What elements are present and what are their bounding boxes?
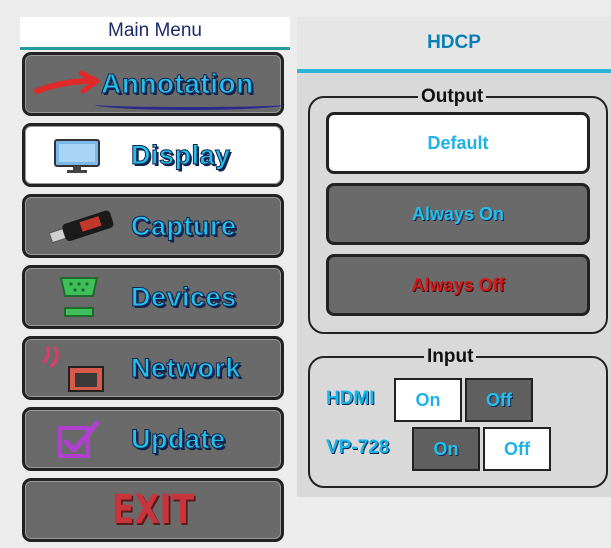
exit-button[interactable]: EXIT <box>22 478 284 542</box>
output-default-button[interactable]: Default <box>326 112 590 174</box>
vp728-label: VP-728 <box>326 437 390 458</box>
menu-item-display[interactable]: Display <box>22 123 284 187</box>
exit-label: EXIT <box>111 487 195 533</box>
output-always-off-button[interactable]: Always Off <box>326 254 590 316</box>
menu-label-capture: Capture <box>131 211 237 242</box>
main-menu-title: Main Menu <box>20 17 290 50</box>
hdcp-title: HDCP <box>297 17 611 73</box>
menu-label-devices: Devices <box>131 282 237 313</box>
hdcp-panel: HDCP Output Default Always On Always Off… <box>297 17 611 497</box>
menu-item-update[interactable]: Update <box>22 407 284 471</box>
vp728-on-button[interactable]: On <box>412 427 480 471</box>
menu-item-network[interactable]: Network <box>22 336 284 400</box>
serial-port-icon <box>59 277 99 317</box>
menu-label-display: Display <box>131 140 231 171</box>
output-group: Output Default Always On Always Off <box>308 87 608 334</box>
menu-label-network: Network <box>130 353 242 384</box>
menu-item-capture[interactable]: Capture <box>22 194 284 258</box>
monitor-icon <box>54 139 100 173</box>
red-arrow-icon <box>34 70 100 94</box>
input-group: Input HDMI On Off VP-728 On Off <box>308 347 608 488</box>
menu-label-update: Update <box>131 424 226 455</box>
menu-item-annotation[interactable]: Annotation <box>22 52 285 116</box>
hdmi-off-button[interactable]: Off <box>465 378 533 422</box>
vp728-off-button[interactable]: Off <box>483 427 551 471</box>
usb-stick-icon <box>48 210 114 244</box>
menu-item-devices[interactable]: Devices <box>22 265 284 329</box>
network-icon <box>41 346 104 392</box>
hdmi-label: HDMI <box>326 388 375 409</box>
input-group-title: Input <box>424 347 477 367</box>
hdmi-on-button[interactable]: On <box>394 378 462 422</box>
output-always-on-button[interactable]: Always On <box>326 183 590 245</box>
checkbox-icon <box>58 420 100 458</box>
annotation-underline <box>95 99 285 110</box>
output-group-title: Output <box>418 87 487 107</box>
